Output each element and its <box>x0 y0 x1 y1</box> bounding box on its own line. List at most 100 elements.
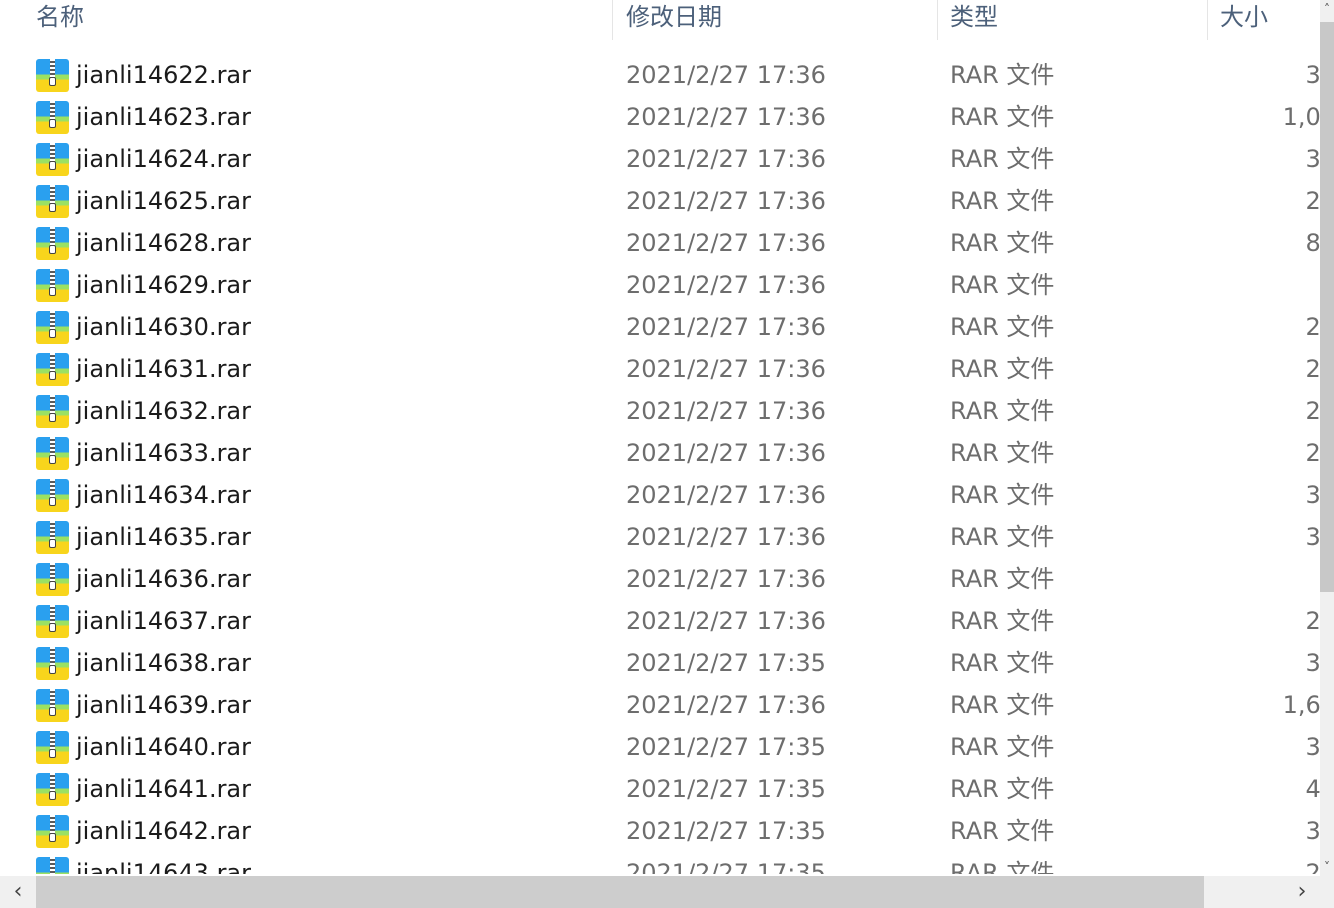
file-size-cell: 9 <box>1180 558 1320 600</box>
file-row[interactable]: jianli14624.rar 2021/2/27 17:36 RAR 文件 36 <box>0 138 1320 180</box>
file-type: RAR 文件 <box>950 439 1055 467</box>
file-size-cell: 1,04 <box>1180 96 1320 138</box>
rar-archive-icon <box>36 689 69 722</box>
file-name: jianli14629.rar <box>76 271 252 299</box>
file-modified-date: 2021/2/27 17:36 <box>626 229 826 257</box>
file-modified-date: 2021/2/27 17:36 <box>626 355 826 383</box>
scroll-left-icon[interactable]: ‹ <box>0 876 36 908</box>
file-size: 1,04 <box>1282 103 1320 131</box>
file-modified-date: 2021/2/27 17:36 <box>626 61 826 89</box>
file-size-cell: 33 <box>1180 516 1320 558</box>
file-type: RAR 文件 <box>950 271 1055 299</box>
file-name: jianli14628.rar <box>76 229 252 257</box>
file-size-cell: 9 <box>1180 264 1320 306</box>
rar-archive-icon <box>36 101 69 134</box>
rar-archive-icon <box>36 395 69 428</box>
scroll-up-icon[interactable]: ˄ <box>1320 0 1334 18</box>
file-size: 34 <box>1305 649 1320 677</box>
file-size-cell: 29 <box>1180 390 1320 432</box>
scroll-down-icon[interactable]: ˅ <box>1320 858 1334 876</box>
horizontal-scrollbar[interactable]: ‹ › <box>0 876 1320 908</box>
file-size-cell: 23 <box>1180 306 1320 348</box>
column-divider[interactable] <box>937 0 938 40</box>
file-type: RAR 文件 <box>950 733 1055 761</box>
file-modified-date: 2021/2/27 17:36 <box>626 397 826 425</box>
file-row[interactable]: jianli14641.rar 2021/2/27 17:35 RAR 文件 42 <box>0 768 1320 810</box>
rar-archive-icon <box>36 773 69 806</box>
file-row[interactable]: jianli14638.rar 2021/2/27 17:35 RAR 文件 34 <box>0 642 1320 684</box>
file-type: RAR 文件 <box>950 817 1055 845</box>
rar-archive-icon <box>36 605 69 638</box>
file-type: RAR 文件 <box>950 397 1055 425</box>
file-name: jianli14635.rar <box>76 523 252 551</box>
file-type: RAR 文件 <box>950 607 1055 635</box>
file-row[interactable]: jianli14642.rar 2021/2/27 17:35 RAR 文件 33 <box>0 810 1320 852</box>
file-type: RAR 文件 <box>950 61 1055 89</box>
file-modified-date: 2021/2/27 17:35 <box>626 649 826 677</box>
file-row[interactable]: jianli14633.rar 2021/2/27 17:36 RAR 文件 28 <box>0 432 1320 474</box>
file-row[interactable]: jianli14640.rar 2021/2/27 17:35 RAR 文件 30 <box>0 726 1320 768</box>
file-size: 42 <box>1305 775 1320 803</box>
column-divider[interactable] <box>612 0 613 40</box>
vertical-scrollbar-thumb[interactable] <box>1320 22 1334 592</box>
file-list: jianli14622.rar2021/2/27 17:36RAR 文件34ji… <box>0 54 1320 874</box>
file-size-cell: 28 <box>1180 432 1320 474</box>
file-modified-date: 2021/2/27 17:35 <box>626 859 826 874</box>
file-size-cell: 87 <box>1180 222 1320 264</box>
file-modified-date: 2021/2/27 17:35 <box>626 775 826 803</box>
file-type: RAR 文件 <box>950 481 1055 509</box>
file-size: 26 <box>1305 859 1320 874</box>
column-header-date[interactable]: 修改日期 <box>626 0 722 40</box>
file-modified-date: 2021/2/27 17:36 <box>626 481 826 509</box>
file-type: RAR 文件 <box>950 187 1055 215</box>
file-row[interactable]: jianli14625.rar 2021/2/27 17:36 RAR 文件 27 <box>0 180 1320 222</box>
file-row[interactable]: jianli14623.rar 2021/2/27 17:36 RAR 文件 1,04 <box>0 96 1320 138</box>
file-row[interactable]: jianli14628.rar 2021/2/27 17:36 RAR 文件 87 <box>0 222 1320 264</box>
vertical-scrollbar[interactable]: ˄ ˅ <box>1320 0 1334 876</box>
file-type: RAR 文件 <box>950 775 1055 803</box>
file-modified-date: 2021/2/27 17:36 <box>626 187 826 215</box>
file-row[interactable]: jianli14630.rar 2021/2/27 17:36 RAR 文件 23 <box>0 306 1320 348</box>
column-divider[interactable] <box>1207 0 1208 40</box>
file-row[interactable]: jianli14643.rar 2021/2/27 17:35 RAR 文件 26 <box>0 852 1320 874</box>
file-row[interactable]: jianli14629.rar 2021/2/27 17:36 RAR 文件 9 <box>0 264 1320 306</box>
file-size-cell: 33 <box>1180 810 1320 852</box>
file-row[interactable]: jianli14632.rar 2021/2/27 17:36 RAR 文件 29 <box>0 390 1320 432</box>
file-name: jianli14638.rar <box>76 649 252 677</box>
rar-archive-icon <box>36 647 69 680</box>
file-row[interactable]: jianli14637.rar 2021/2/27 17:36 RAR 文件 26 <box>0 600 1320 642</box>
rar-archive-icon <box>36 521 69 554</box>
file-type: RAR 文件 <box>950 565 1055 593</box>
column-header-name[interactable]: 名称 <box>36 0 84 40</box>
file-row[interactable]: jianli14634.rar 2021/2/27 17:36 RAR 文件 32 <box>0 474 1320 516</box>
file-size-cell: 27 <box>1180 180 1320 222</box>
file-size: 23 <box>1305 313 1320 341</box>
file-type: RAR 文件 <box>950 649 1055 677</box>
file-row[interactable]: jianli14635.rar 2021/2/27 17:36 RAR 文件 33 <box>0 516 1320 558</box>
horizontal-scrollbar-thumb[interactable] <box>36 876 1204 908</box>
scroll-right-icon[interactable]: › <box>1284 876 1320 908</box>
file-size-cell: 34 <box>1180 642 1320 684</box>
file-row[interactable]: jianli14636.rar 2021/2/27 17:36 RAR 文件 9 <box>0 558 1320 600</box>
file-size-cell: 1,69 <box>1180 684 1320 726</box>
file-size-cell: 26 <box>1180 600 1320 642</box>
file-size: 33 <box>1305 817 1320 845</box>
column-header-type[interactable]: 类型 <box>950 0 998 40</box>
rar-archive-icon <box>36 311 69 344</box>
rar-archive-icon <box>36 479 69 512</box>
file-modified-date: 2021/2/27 17:36 <box>626 439 826 467</box>
file-size-cell: 32 <box>1180 474 1320 516</box>
scrollbar-corner <box>1320 876 1334 908</box>
file-type: RAR 文件 <box>950 313 1055 341</box>
file-row[interactable]: jianli14631.rar 2021/2/27 17:36 RAR 文件 21 <box>0 348 1320 390</box>
file-modified-date: 2021/2/27 17:36 <box>626 691 826 719</box>
file-modified-date: 2021/2/27 17:36 <box>626 271 826 299</box>
column-header-size[interactable]: 大小 <box>1220 0 1268 40</box>
rar-archive-icon <box>36 563 69 596</box>
file-type: RAR 文件 <box>950 355 1055 383</box>
file-modified-date: 2021/2/27 17:36 <box>626 103 826 131</box>
file-row[interactable]: jianli14639.rar 2021/2/27 17:36 RAR 文件 1,69 <box>0 684 1320 726</box>
file-row[interactable]: jianli14622.rar 2021/2/27 17:36 RAR 文件 34 <box>0 54 1320 96</box>
file-size-cell: 36 <box>1180 138 1320 180</box>
file-name: jianli14642.rar <box>76 817 252 845</box>
